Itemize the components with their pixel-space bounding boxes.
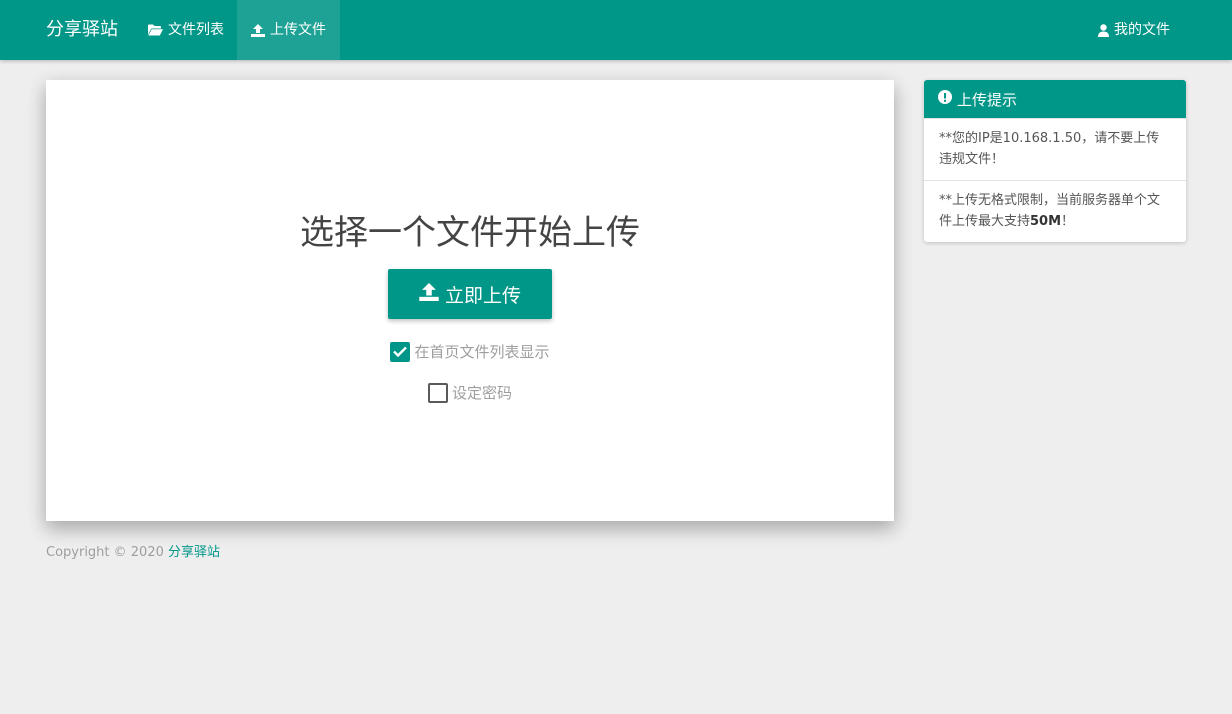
set-password-checkbox[interactable] [427, 382, 448, 403]
tips-title: 上传提示 [957, 90, 1018, 109]
tip-ip-warning: **您的IP是10.168.1.50，请不要上传违规文件！ [924, 118, 1186, 180]
upload-title: 选择一个文件开始上传 [300, 213, 640, 253]
nav-item-my-files[interactable]: 我的文件 [1084, 0, 1184, 60]
set-password-option[interactable]: 设定密码 [46, 382, 894, 403]
footer-site-link[interactable]: 分享驿站 [168, 545, 220, 560]
user-icon [1098, 23, 1109, 37]
upload-icon [251, 23, 265, 37]
upload-card: 选择一个文件开始上传 立即上传 在首页文件列表显示 设定密码 [46, 80, 894, 521]
nav-item-label: 我的文件 [1114, 22, 1170, 38]
top-navbar: 分享驿站 文件列表 上传文件 我的文件 [0, 0, 1232, 60]
tips-header: 上传提示 [924, 80, 1186, 118]
nav-item-label: 文件列表 [168, 22, 224, 38]
tip-size-suffix: ！ [1061, 214, 1075, 229]
set-password-label: 设定密码 [451, 384, 512, 402]
upload-tips-panel: 上传提示 **您的IP是10.168.1.50，请不要上传违规文件！ **上传无… [924, 80, 1186, 242]
tip-size-limit: **上传无格式限制，当前服务器单个文件上传最大支持50M！ [924, 180, 1186, 242]
upload-button-label: 立即上传 [444, 284, 521, 307]
nav-item-upload[interactable]: 上传文件 [237, 0, 340, 60]
checkmark-icon [393, 346, 408, 357]
nav-item-label: 上传文件 [270, 22, 326, 38]
upload-icon [419, 282, 439, 306]
show-on-homepage-option[interactable]: 在首页文件列表显示 [46, 341, 894, 362]
show-on-homepage-label: 在首页文件列表显示 [414, 343, 550, 361]
footer: Copyright © 2020 分享驿站 [46, 541, 220, 560]
folder-open-icon [148, 24, 163, 36]
show-on-homepage-checkbox[interactable] [390, 341, 411, 362]
nav-item-file-list[interactable]: 文件列表 [134, 0, 238, 60]
site-brand[interactable]: 分享驿站 [46, 0, 118, 60]
upload-now-button[interactable]: 立即上传 [388, 269, 552, 319]
copyright-text: Copyright © 2020 [46, 545, 169, 560]
tip-size-value: 50M [1030, 214, 1062, 229]
exclamation-circle-icon [938, 90, 952, 108]
